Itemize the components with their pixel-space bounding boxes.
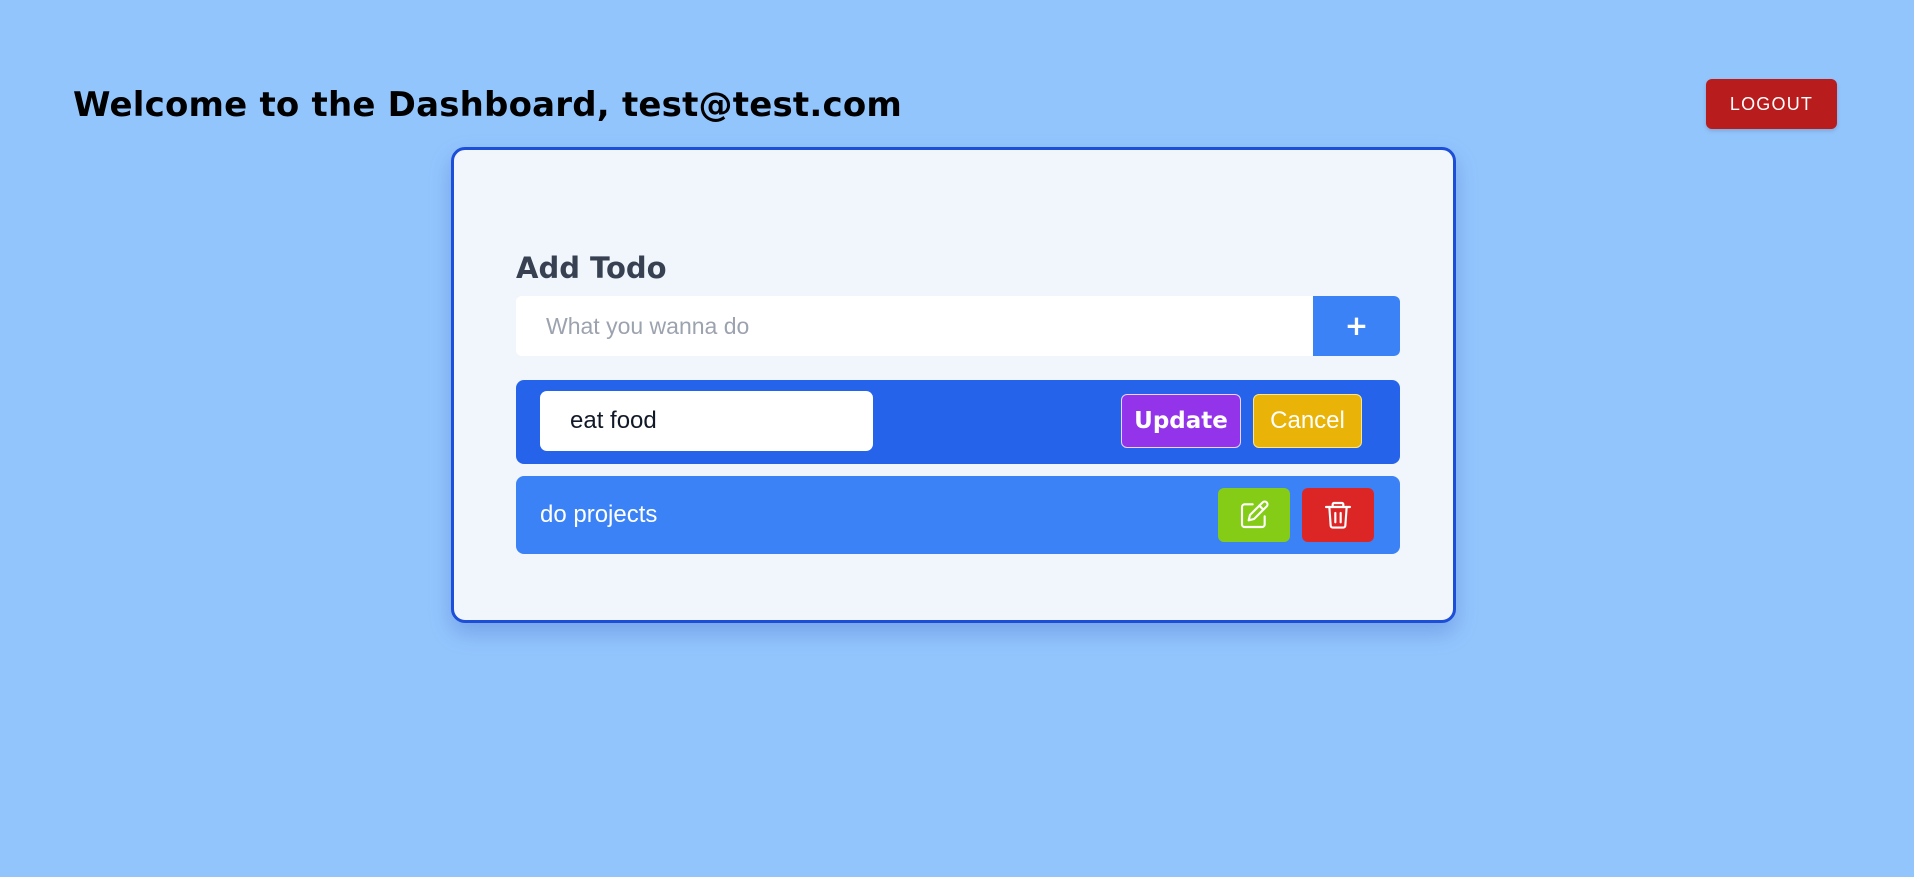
update-button[interactable]: Update (1121, 394, 1241, 448)
add-todo-heading: Add Todo (516, 251, 667, 285)
delete-todo-button[interactable] (1302, 488, 1374, 542)
trash-icon (1322, 499, 1354, 531)
todo-card: Add Todo + Update Cancel do projects (451, 147, 1456, 623)
todo-edit-row: Update Cancel (516, 380, 1400, 464)
pencil-square-icon (1238, 499, 1270, 531)
todo-item: do projects (516, 476, 1400, 554)
edit-todo-input[interactable] (540, 391, 873, 451)
page-title: Welcome to the Dashboard, test@test.com (73, 85, 903, 125)
new-todo-input[interactable] (516, 296, 1313, 356)
add-todo-button[interactable]: + (1313, 296, 1400, 356)
logout-button[interactable]: LOGOUT (1706, 79, 1837, 129)
edit-todo-button[interactable] (1218, 488, 1290, 542)
cancel-button[interactable]: Cancel (1253, 394, 1362, 448)
todo-item-text: do projects (540, 501, 658, 528)
